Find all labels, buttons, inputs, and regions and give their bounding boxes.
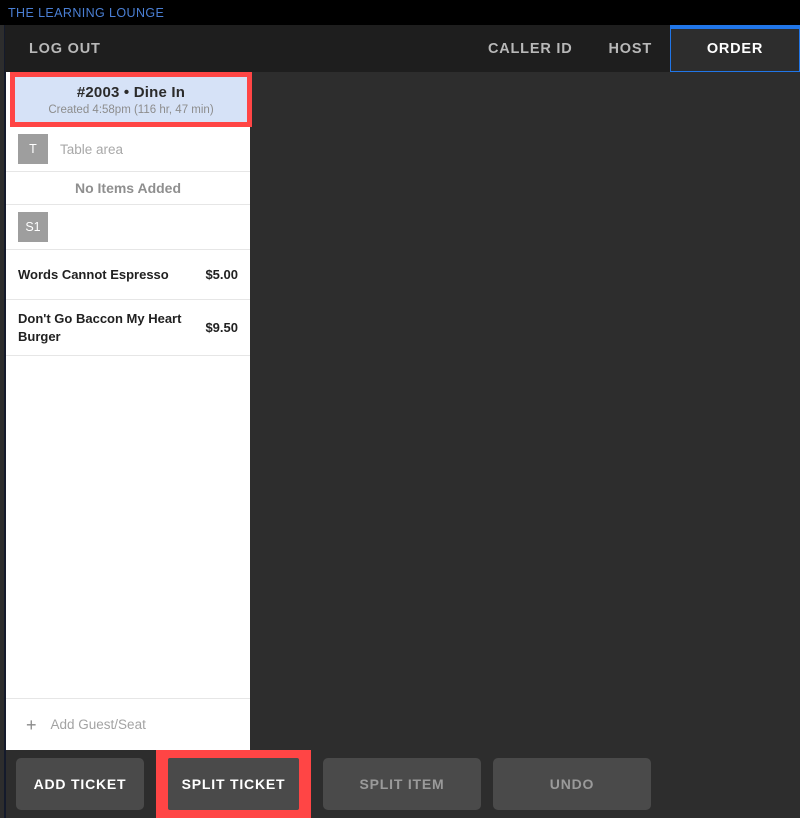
order-item-row[interactable]: Words Cannot Espresso $5.00: [6, 250, 250, 300]
ticket-number-and-type: #2003 • Dine In: [77, 84, 185, 101]
order-item-name: Don't Go Baccon My Heart Burger: [18, 310, 183, 345]
table-area-row[interactable]: T Table area: [6, 127, 250, 172]
tab-order[interactable]: ORDER: [670, 25, 800, 72]
table-badge: T: [18, 134, 48, 164]
tab-order-label: ORDER: [707, 41, 763, 57]
ticket-created-time: Created 4:58pm (116 hr, 47 min): [48, 104, 213, 116]
pos-app-window: THE LEARNING LOUNGE LOG OUT CALLER ID HO…: [0, 0, 800, 818]
ticket-empty-space: [6, 356, 250, 698]
order-item-price: $5.00: [205, 267, 238, 282]
seat-row-s1[interactable]: S1: [6, 205, 250, 250]
no-items-added-text: No Items Added: [75, 180, 181, 196]
tab-host[interactable]: HOST: [591, 25, 670, 72]
nav-tabs: CALLER ID HOST ORDER: [470, 25, 800, 72]
tab-caller-id-label: CALLER ID: [488, 41, 573, 57]
app-title: THE LEARNING LOUNGE: [0, 6, 164, 20]
split-ticket-button[interactable]: SPLIT TICKET: [168, 758, 299, 810]
plus-icon: +: [26, 716, 37, 734]
add-guest-seat-button[interactable]: + Add Guest/Seat: [6, 698, 250, 750]
ticket-header[interactable]: #2003 • Dine In Created 4:58pm (116 hr, …: [15, 77, 247, 122]
tab-host-label: HOST: [609, 41, 652, 57]
add-guest-seat-label: Add Guest/Seat: [51, 717, 146, 732]
ticket-action-bar: ADD TICKET SPLIT TICKET SPLIT ITEM UNDO: [6, 750, 800, 818]
table-area-placeholder: Table area: [60, 142, 123, 157]
log-out-button[interactable]: LOG OUT: [29, 25, 101, 72]
window-title-bar: THE LEARNING LOUNGE: [0, 0, 800, 25]
top-nav-bar: LOG OUT CALLER ID HOST ORDER: [5, 25, 800, 72]
order-item-name: Words Cannot Espresso: [18, 266, 169, 284]
tab-order-active-indicator: [670, 25, 800, 29]
add-ticket-button[interactable]: ADD TICKET: [16, 758, 144, 810]
ticket-body: T Table area No Items Added S1 Words Can…: [6, 127, 250, 750]
split-ticket-highlight: SPLIT TICKET: [156, 750, 311, 818]
order-item-row[interactable]: Don't Go Baccon My Heart Burger $9.50: [6, 300, 250, 356]
no-items-added-label: No Items Added: [6, 172, 250, 205]
split-item-button[interactable]: SPLIT ITEM: [323, 758, 481, 810]
undo-button[interactable]: UNDO: [493, 758, 651, 810]
seat-badge: S1: [18, 212, 48, 242]
order-item-price: $9.50: [205, 320, 238, 335]
tab-caller-id[interactable]: CALLER ID: [470, 25, 591, 72]
log-out-label: LOG OUT: [29, 41, 101, 57]
ticket-header-highlight: #2003 • Dine In Created 4:58pm (116 hr, …: [10, 72, 252, 127]
